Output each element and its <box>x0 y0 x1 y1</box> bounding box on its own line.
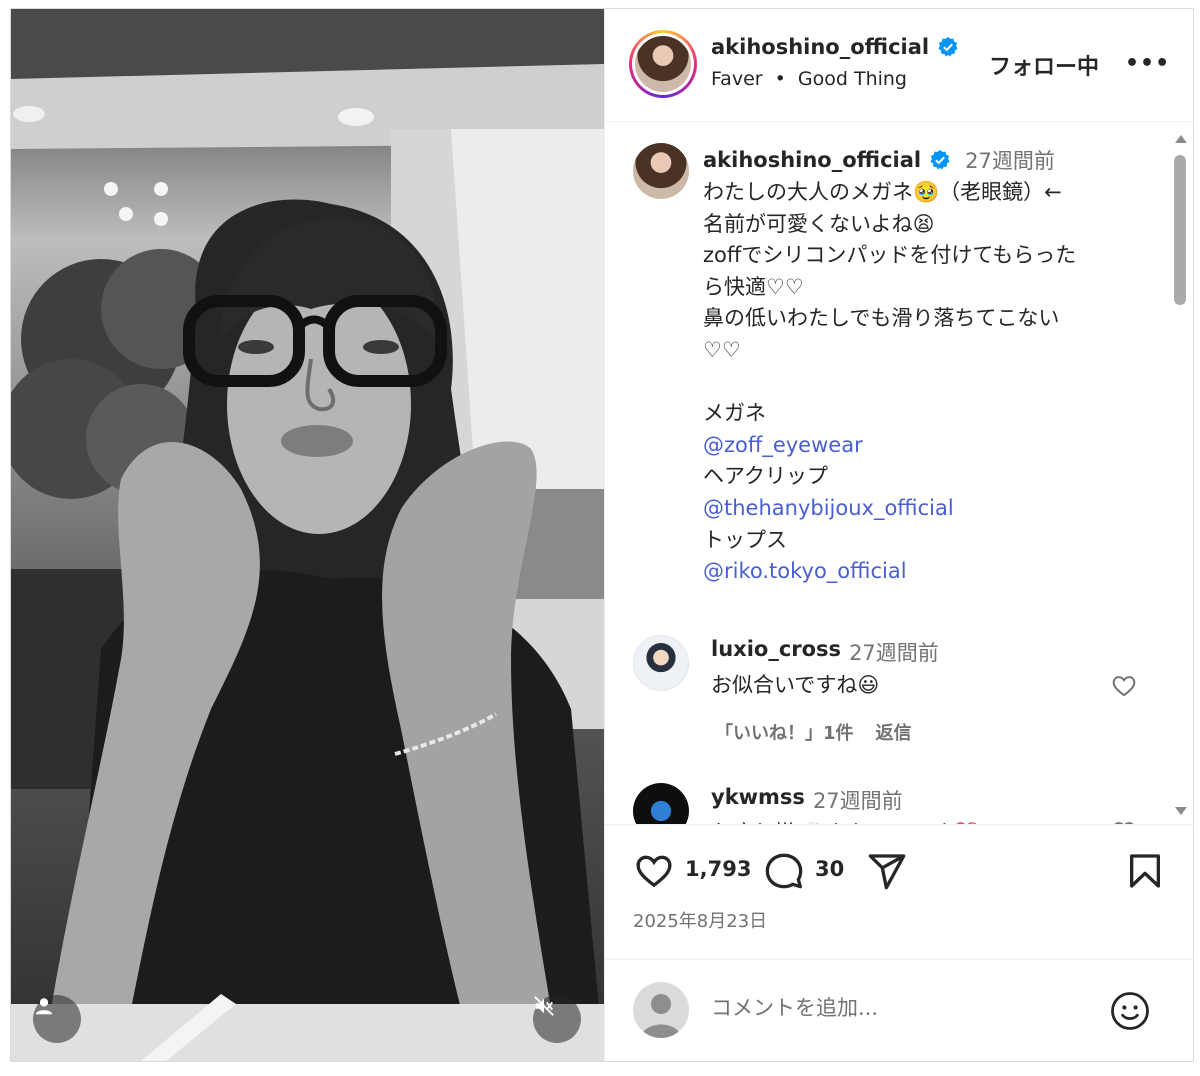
caption-line: メガネ <box>703 401 766 426</box>
user-tag-button[interactable] <box>33 995 81 1043</box>
caption-author-avatar[interactable] <box>633 143 689 199</box>
audio-attribution[interactable]: Faver • Good Thing <box>711 68 907 90</box>
bookmark-icon <box>1130 854 1160 888</box>
caption-mention-link[interactable]: @zoff_eyewear <box>703 430 1143 462</box>
audio-track: Good Thing <box>797 68 907 90</box>
comment-like-heart-icon[interactable] <box>1111 819 1137 825</box>
commenter-avatar[interactable] <box>633 783 689 824</box>
author-username-row: akihoshino_official <box>711 35 959 59</box>
like-count[interactable]: 1,793 <box>685 857 751 881</box>
caption-mention-link[interactable]: @riko.tokyo_official <box>703 556 1143 588</box>
post-header: akihoshino_official Faver • Good Thing フ… <box>605 9 1193 122</box>
comment-header: luxio_cross 27週間前 <box>711 637 939 667</box>
verified-badge-icon <box>938 36 958 57</box>
comment-compose <box>605 959 1193 1061</box>
post-side-panel: akihoshino_official Faver • Good Thing フ… <box>604 9 1193 1061</box>
comment-reply-button[interactable]: 返信 <box>876 719 912 745</box>
caption-line: zoffでシリコンパッドを付けてもらった <box>703 243 1077 268</box>
comment-header: ykwmss 27週間前 <box>711 785 903 815</box>
caption-line: 名前が可愛くないよね😫 <box>703 211 935 236</box>
author-username[interactable]: akihoshino_official <box>711 35 929 59</box>
caption-username[interactable]: akihoshino_official <box>703 148 921 172</box>
current-user-avatar <box>633 982 689 1038</box>
caption-line: 鼻の低いわたしでも滑り落ちてこない <box>703 306 1060 331</box>
comment-meta: 「いいね！」1件 返信 <box>715 719 912 745</box>
mute-button[interactable] <box>533 995 581 1043</box>
comment-text: お疲れ様🥂 かわいいです💖 <box>711 817 979 824</box>
caption-text: わたしの大人のメガネ🥹（老眼鏡）← 名前が可愛くないよね😫 zoffでシリコンパッド… <box>703 177 1143 588</box>
comment-likes-link[interactable]: 「いいね！」1件 <box>715 719 854 745</box>
following-button[interactable]: フォロー中 <box>989 49 1099 81</box>
like-button[interactable] <box>633 851 675 891</box>
author-avatar[interactable] <box>629 30 697 98</box>
post-photo[interactable] <box>11 9 604 1061</box>
user-tag-icon <box>35 998 53 1015</box>
comment-time[interactable]: 27週間前 <box>813 785 903 815</box>
post-actions-bar: 1,793 30 <box>605 839 1193 899</box>
post-dialog: akihoshino_official Faver • Good Thing フ… <box>10 8 1194 1062</box>
comments-scroll-area[interactable]: akihoshino_official 27週間前 わたしの大人のメガネ🥹（老眼… <box>605 123 1193 825</box>
audio-artist: Faver <box>711 68 763 90</box>
scroll-up-arrow-icon[interactable] <box>1175 135 1187 143</box>
photo-illustration <box>11 9 604 1061</box>
share-icon <box>868 854 906 890</box>
post-date[interactable]: 2025年8月23日 <box>633 907 767 933</box>
heart-icon <box>636 855 672 888</box>
caption-line: ら快適♡♡ <box>703 274 804 299</box>
audio-separator: • <box>774 68 786 90</box>
comment-username[interactable]: ykwmss <box>711 785 805 815</box>
comment-like-heart-icon[interactable] <box>1111 673 1137 699</box>
comment-icon <box>765 853 803 889</box>
more-options-button[interactable]: ••• <box>1125 51 1170 76</box>
comment-button[interactable] <box>763 851 805 891</box>
caption-time[interactable]: 27週間前 <box>965 145 1055 175</box>
save-button[interactable] <box>1125 851 1165 891</box>
comment-count: 30 <box>815 857 845 881</box>
share-button[interactable] <box>865 851 909 891</box>
comment-input[interactable] <box>711 996 1071 1020</box>
comment-text: お似合いですね😃 <box>711 673 880 697</box>
caption-line: ヘアクリップ <box>703 464 828 489</box>
scroll-thumb[interactable] <box>1174 155 1186 305</box>
emoji-icon[interactable] <box>1109 990 1151 1032</box>
comment-username[interactable]: luxio_cross <box>711 637 841 667</box>
caption-line: わたしの大人のメガネ🥹（老眼鏡）← <box>703 180 1062 204</box>
comments-scrollbar[interactable] <box>1171 131 1189 823</box>
verified-badge-icon <box>930 149 950 170</box>
caption-line: トップス <box>703 527 787 552</box>
caption-mention-link[interactable]: @thehanybijoux_official <box>703 493 1143 525</box>
commenter-avatar[interactable] <box>633 635 689 691</box>
comment-time[interactable]: 27週間前 <box>849 637 939 667</box>
caption-line: ♡♡ <box>703 337 741 362</box>
scroll-down-arrow-icon[interactable] <box>1175 807 1187 815</box>
caption-line <box>703 367 1143 399</box>
default-avatar-icon <box>641 994 681 1038</box>
caption-header: akihoshino_official 27週間前 <box>703 145 1055 175</box>
mute-icon <box>534 996 554 1016</box>
